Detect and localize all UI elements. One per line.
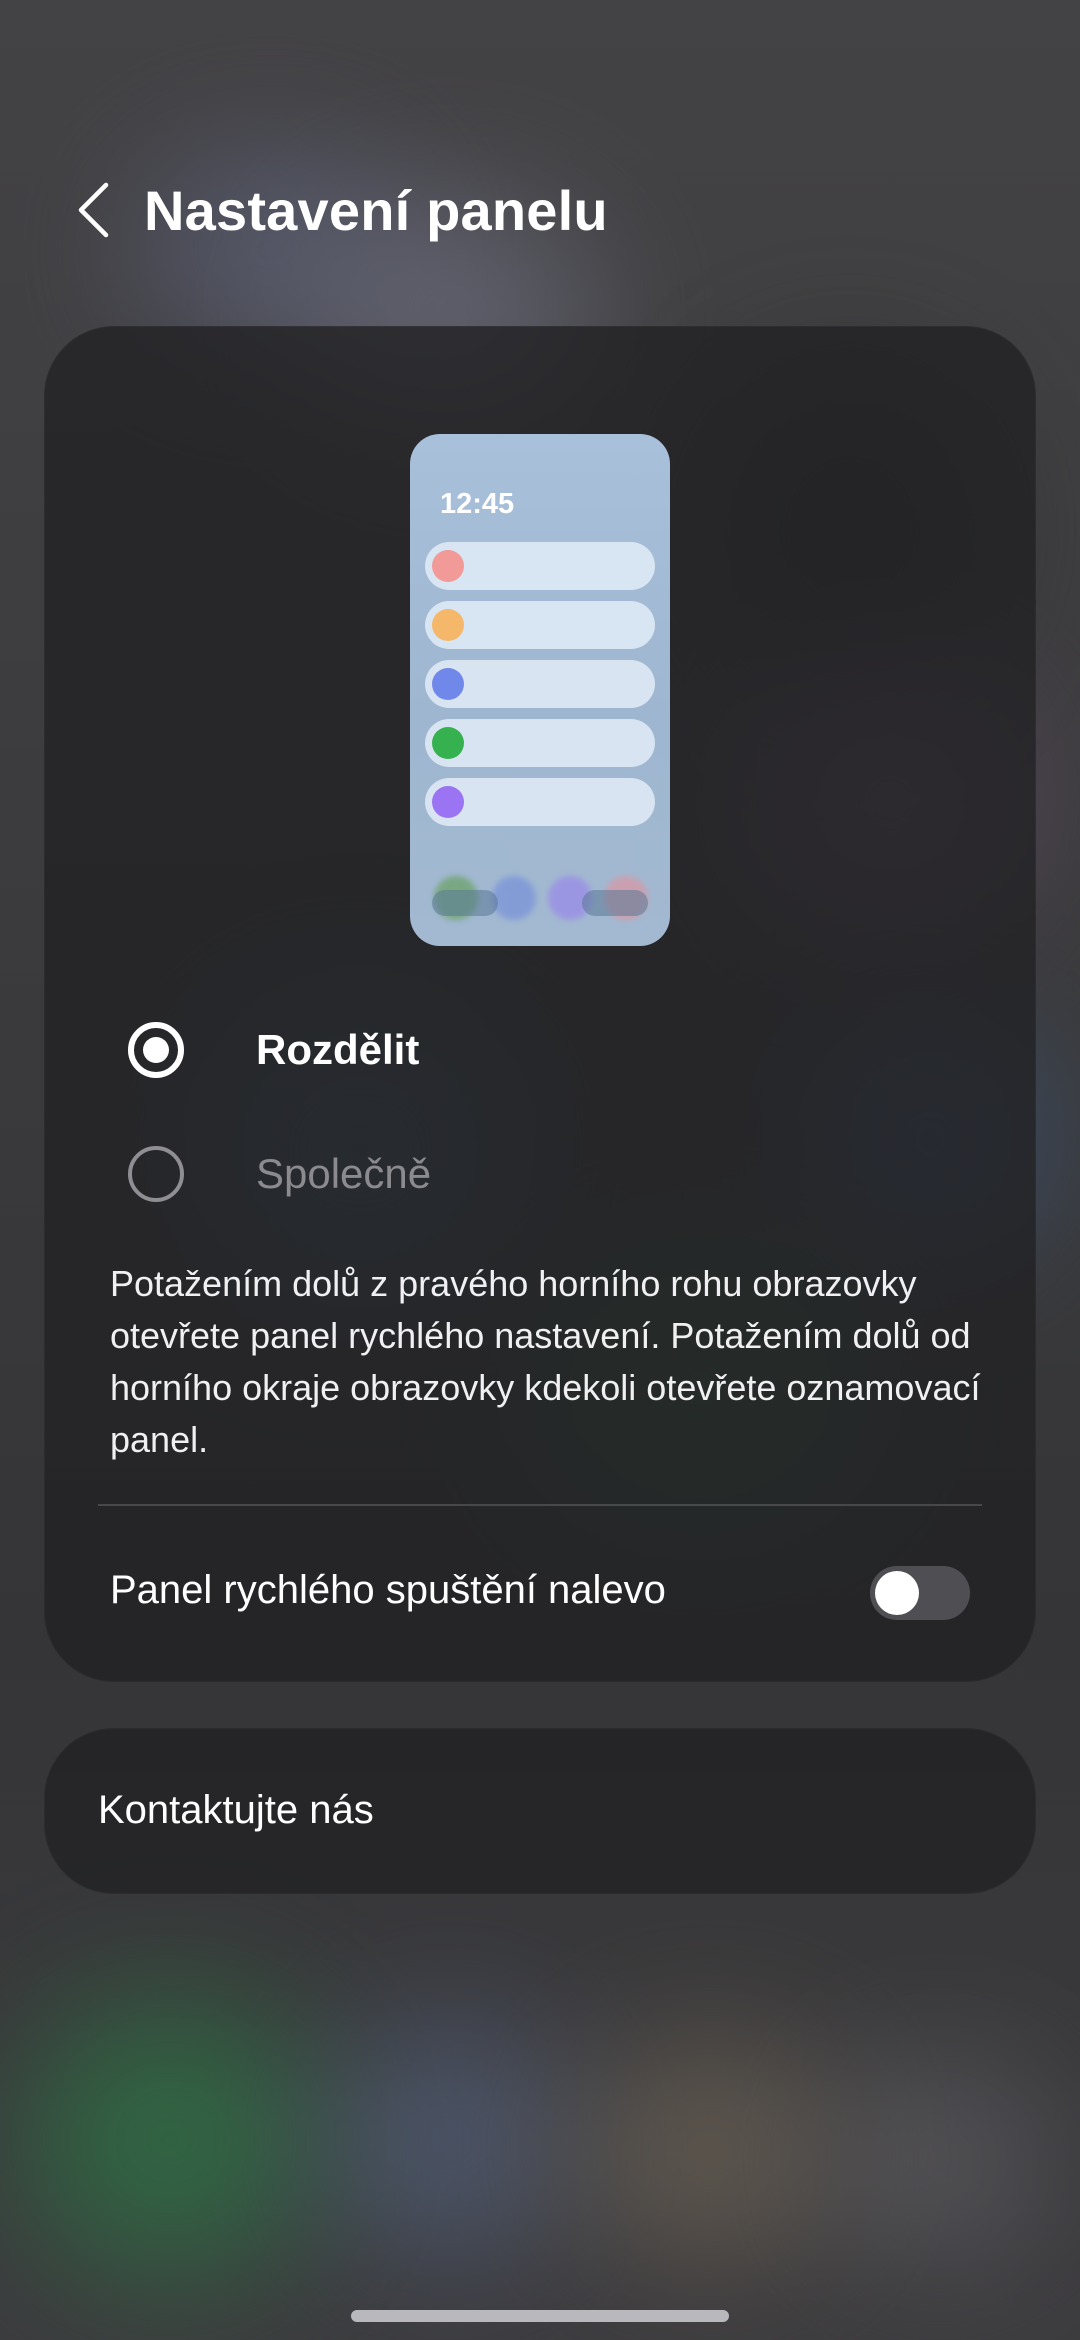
page-title: Nastavení panelu bbox=[144, 179, 608, 242]
preview-dot bbox=[432, 550, 464, 582]
radio-together[interactable] bbox=[128, 1146, 184, 1202]
radio-split[interactable] bbox=[128, 1022, 184, 1078]
panel-preview-image: 12:45 bbox=[410, 434, 670, 946]
contact-us-label: Kontaktujte nás bbox=[98, 1788, 374, 1832]
preview-row bbox=[425, 542, 655, 590]
switch-knob bbox=[875, 1571, 919, 1615]
option-split-label: Rozdělit bbox=[256, 1026, 420, 1073]
chevron-left-icon bbox=[78, 182, 109, 238]
app-header: Nastavení panelu bbox=[0, 160, 1080, 260]
preview-dot bbox=[432, 786, 464, 818]
quick-launch-left-label: Panel rychlého spuštění nalevo bbox=[110, 1568, 666, 1612]
back-button[interactable] bbox=[58, 170, 128, 250]
contact-us-button[interactable]: Kontaktujte nás bbox=[44, 1728, 1036, 1894]
preview-row bbox=[425, 660, 655, 708]
option-together-label: Společně bbox=[256, 1150, 432, 1197]
option-description: Potažením dolů z pravého horního rohu ob… bbox=[110, 1263, 981, 1460]
preview-pill bbox=[582, 890, 648, 916]
panel-settings-card: 12:45 Rozdělit Společně Potažením dolů z… bbox=[44, 326, 1036, 1682]
preview-row bbox=[425, 778, 655, 826]
quick-launch-left-switch[interactable] bbox=[870, 1566, 970, 1620]
preview-dot bbox=[432, 668, 464, 700]
divider bbox=[98, 1504, 982, 1506]
preview-time: 12:45 bbox=[440, 488, 515, 520]
home-indicator[interactable] bbox=[351, 2310, 729, 2322]
preview-row bbox=[425, 719, 655, 767]
preview-dot bbox=[432, 727, 464, 759]
option-split[interactable]: Rozdělit bbox=[44, 1000, 1036, 1100]
preview-pill bbox=[432, 890, 498, 916]
option-together[interactable]: Společně bbox=[44, 1124, 1036, 1224]
preview-app-dot bbox=[492, 876, 536, 920]
preview-dot bbox=[432, 609, 464, 641]
preview-row bbox=[425, 601, 655, 649]
quick-launch-left-row[interactable]: Panel rychlého spuštění nalevo bbox=[44, 1544, 1036, 1640]
